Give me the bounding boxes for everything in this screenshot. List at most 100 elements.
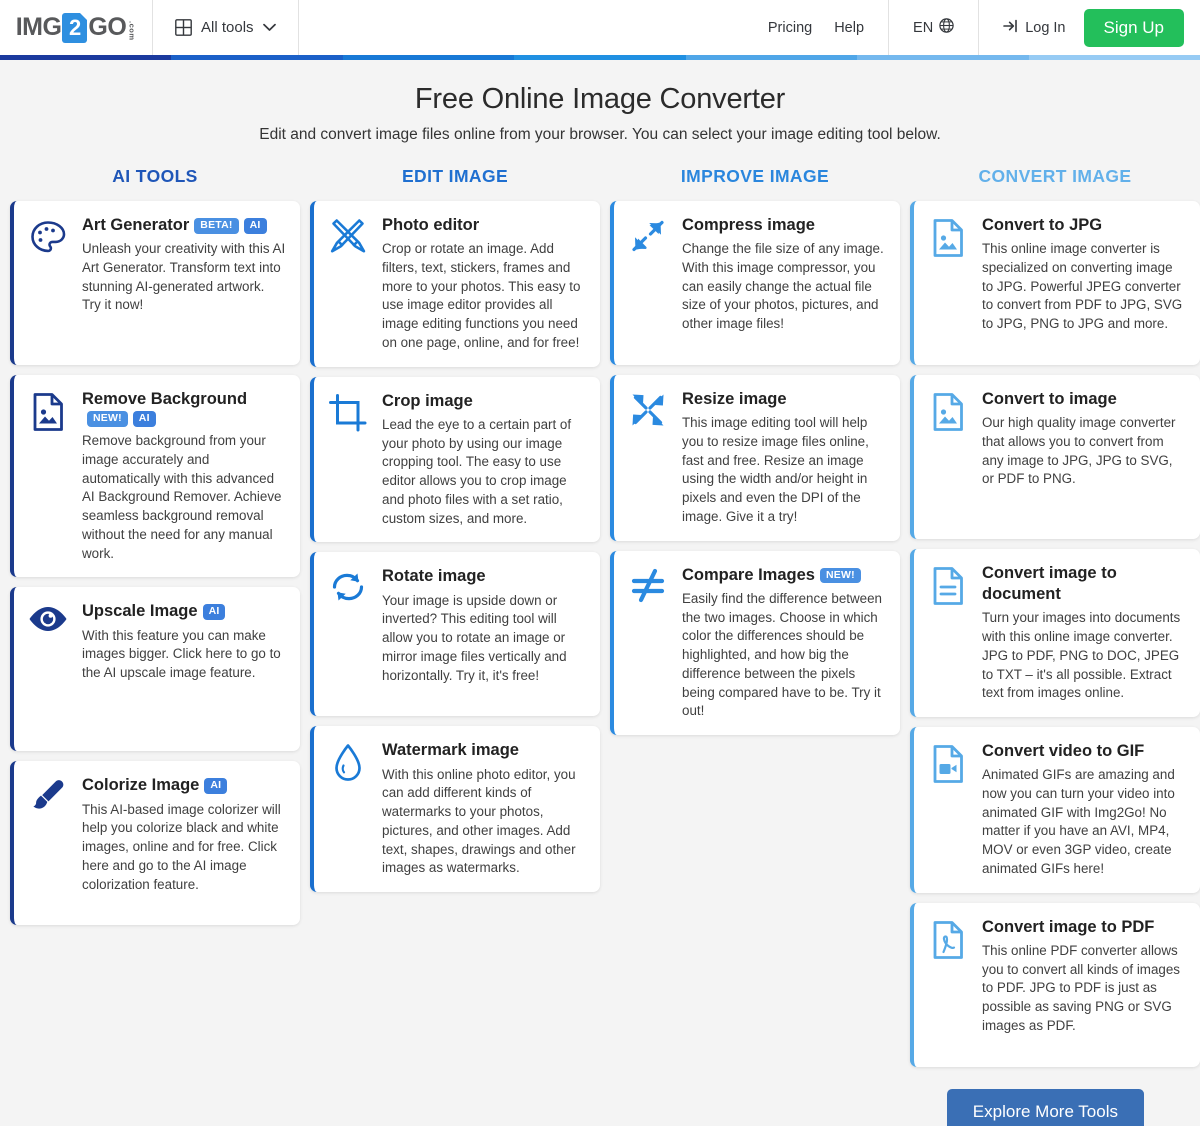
card-title: Resize image — [682, 390, 787, 408]
card-description: Animated GIFs are amazing and now you ca… — [982, 767, 1175, 876]
globe-icon — [939, 18, 954, 37]
tool-columns: AI TOOLS Art Generator BETA! AI Unleash you… — [0, 166, 1200, 1077]
crop-icon — [326, 391, 370, 435]
tool-card-compare-images[interactable]: Compare Images NEW! Easily find the differ… — [610, 550, 900, 736]
card-title-row: Resize image — [682, 389, 886, 410]
card-title-row: Compare Images NEW! — [682, 565, 886, 586]
grid-icon — [175, 19, 192, 36]
tool-card-convert-image-to-document[interactable]: Convert image to document Turn your image… — [910, 549, 1200, 718]
card-title-row: Photo editor — [382, 215, 586, 236]
language-selector[interactable]: EN — [889, 0, 978, 55]
tool-card-convert-video-to-gif[interactable]: Convert video to GIF Animated GIFs are am… — [910, 727, 1200, 893]
card-title: Upscale Image — [82, 602, 198, 621]
card-body: Remove Background NEW! AI Remove background… — [82, 389, 286, 563]
signup-button[interactable]: Sign Up — [1083, 8, 1184, 47]
badge-ai: AI — [243, 218, 267, 234]
tool-card-convert-image-to-pdf[interactable]: Convert image to PDF This online PDF conv… — [910, 902, 1200, 1067]
page-title: Free Online Image Converter — [414, 83, 786, 115]
card-title: Rotate image — [382, 567, 486, 586]
gradient-strip — [0, 55, 1200, 60]
card-title-row: Crop image — [382, 391, 586, 412]
card-title-row: Convert to image — [982, 389, 1186, 410]
card-title: Convert image to document — [982, 564, 1117, 604]
image-file-icon — [926, 215, 970, 259]
gradient-segment-0 — [0, 55, 172, 60]
card-body: Upscale Image AI With this feature you can… — [82, 601, 286, 682]
not-equal-icon — [626, 565, 670, 609]
logo[interactable]: IMG 2 GO .com — [0, 0, 152, 55]
tool-card-rotate-image[interactable]: Rotate image Your image is upside down or… — [310, 552, 600, 717]
card-body: Resize image This image editing tool will… — [682, 389, 886, 527]
tool-card-upscale-image[interactable]: Upscale Image AI With this feature you can… — [10, 587, 300, 752]
tool-card-art-generator[interactable]: Art Generator BETA! AI Unleash your creativ… — [10, 201, 300, 365]
card-body: Art Generator BETA! AI Unleash your creativ… — [82, 215, 286, 315]
page-content: Free Online Image Converter Edit and con… — [0, 60, 1200, 1126]
footer-row: Explore More Tools — [0, 1077, 1200, 1126]
card-title: Colorize Image — [82, 776, 200, 795]
badge-new: NEW! — [87, 411, 128, 427]
tool-card-colorize-image[interactable]: Colorize Image AI This AI-based image colo… — [10, 761, 300, 926]
logo-go-text: GO — [88, 13, 127, 41]
document-file-icon — [926, 563, 970, 607]
paintbrush-icon — [26, 775, 70, 819]
pdf-file-icon — [926, 917, 970, 961]
gradient-segment-6 — [1028, 55, 1200, 60]
page-subtitle: Edit and convert image files online from… — [259, 126, 941, 143]
gradient-segment-3 — [514, 55, 686, 60]
column-ai-tools: AI TOOLS Art Generator BETA! AI Unleash you… — [5, 166, 305, 935]
badge-new: NEW! — [819, 567, 861, 584]
chevron-down-icon — [262, 19, 276, 36]
badge-ai: AI — [132, 411, 156, 427]
card-title: Convert to JPG — [982, 216, 1103, 234]
card-title-row: Convert image to PDF — [982, 917, 1186, 938]
card-description: Turn your images into documents with thi… — [982, 610, 1181, 701]
tool-card-photo-editor[interactable]: Photo editor Crop or rotate an image. Add… — [310, 201, 600, 367]
login-label: Log In — [1025, 19, 1066, 36]
language-label: EN — [913, 19, 934, 36]
badge-ai: AI — [202, 604, 226, 620]
card-description: This AI-based image colorizer will help … — [82, 801, 281, 892]
card-body: Convert video to GIF Animated GIFs are am… — [982, 741, 1186, 879]
tool-card-convert-to-image[interactable]: Convert to image Our high quality image c… — [910, 375, 1200, 539]
tool-card-remove-background[interactable]: Remove Background NEW! AI Remove background… — [10, 375, 300, 578]
card-title-row: Convert video to GIF — [982, 741, 1186, 762]
nav-pricing[interactable]: Pricing — [768, 20, 812, 36]
card-body: Convert image to PDF This online PDF conv… — [982, 917, 1186, 1036]
explore-more-tools-button[interactable]: Explore More Tools — [946, 1088, 1144, 1126]
badge-beta: BETA! — [194, 218, 239, 234]
card-title-row: Colorize Image AI — [82, 775, 286, 796]
card-description: Change the file size of any image. With … — [682, 241, 884, 332]
all-tools-dropdown[interactable]: All tools — [153, 0, 298, 55]
gradient-segment-1 — [171, 55, 343, 60]
card-title-row: Convert to JPG — [982, 215, 1186, 236]
logo-com-text: .com — [127, 20, 137, 41]
column-heading-improve-image: IMPROVE IMAGE — [680, 166, 830, 186]
card-title: Photo editor — [382, 216, 480, 234]
header-spacer — [299, 0, 744, 55]
card-title: Convert to image — [982, 390, 1117, 408]
column-heading-ai-tools: AI TOOLS — [112, 166, 198, 186]
card-title-row: Rotate image — [382, 566, 586, 587]
column-heading-edit-image: EDIT IMAGE — [401, 166, 509, 186]
card-title: Convert image to PDF — [982, 917, 1155, 936]
card-body: Compress image Change the file size of an… — [682, 215, 886, 334]
nav-help[interactable]: Help — [834, 20, 864, 36]
tool-card-compress-image[interactable]: Compress image Change the file size of an… — [610, 201, 900, 365]
column-edit-image: EDIT IMAGE Photo editor Crop or rotate an… — [305, 166, 605, 902]
tool-card-resize-image[interactable]: Resize image This image editing tool will… — [610, 375, 900, 541]
card-title: Compare Images — [682, 565, 815, 584]
card-title-row: Remove Background NEW! AI — [82, 389, 286, 428]
tool-card-watermark-image[interactable]: Watermark image With this online photo ed… — [310, 726, 600, 893]
card-body: Watermark image With this online photo ed… — [382, 740, 586, 878]
login-arrow-icon — [1003, 19, 1019, 37]
image-file-icon — [926, 389, 970, 433]
card-description: Your image is upside down or inverted? T… — [382, 592, 567, 683]
card-title: Art Generator — [82, 216, 190, 234]
login-button[interactable]: Log In — [1003, 19, 1066, 37]
tool-card-crop-image[interactable]: Crop image Lead the eye to a certain part… — [310, 376, 600, 543]
card-title-row: Art Generator BETA! AI — [82, 215, 286, 236]
site-header: IMG 2 GO .com All tools Pricing Help EN — [0, 0, 1200, 55]
tool-card-convert-to-jpg[interactable]: Convert to JPG This online image converte… — [910, 201, 1200, 365]
card-body: Convert image to document Turn your image… — [982, 563, 1186, 703]
auth-area: Log In Sign Up — [979, 0, 1200, 55]
